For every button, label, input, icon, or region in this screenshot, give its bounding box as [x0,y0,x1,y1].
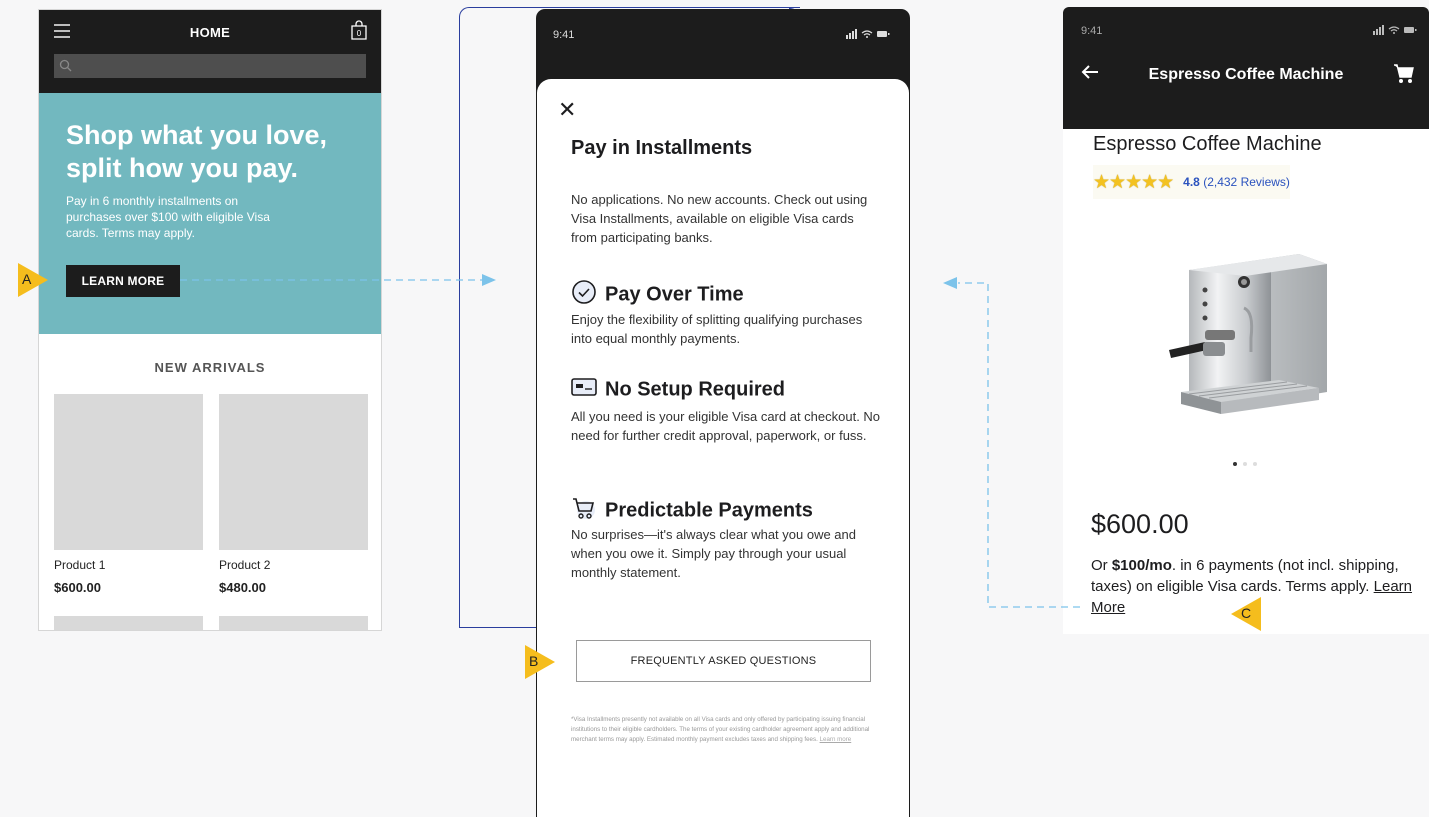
flow-connectors [180,274,1080,608]
callout-label: C [1241,605,1252,621]
callout-label: A [22,271,32,287]
connector-a-arrowhead [482,274,496,286]
callout-b: B [525,645,555,679]
connector-c-line [958,282,1080,608]
callout-label: B [529,653,539,669]
callout-c: C [1231,597,1261,631]
callout-a: A [18,263,48,297]
connector-c-arrowhead [943,277,957,289]
